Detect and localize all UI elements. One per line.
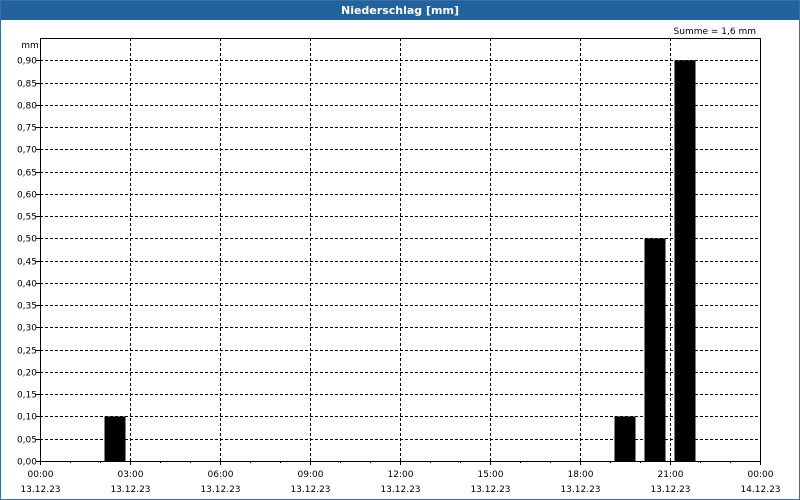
x-tick-date: 13.12.23 — [110, 485, 150, 495]
x-tick-time: 06:00 — [208, 470, 234, 480]
x-tick-date: 14.12.23 — [740, 485, 780, 495]
y-tick-label: 0,30 — [17, 324, 37, 334]
x-tick-time: 09:00 — [298, 470, 324, 480]
x-tick-time: 15:00 — [478, 470, 504, 480]
x-tick-time: 21:00 — [658, 470, 684, 480]
y-tick-label: 0,50 — [17, 235, 37, 245]
x-tick-time: 03:00 — [118, 470, 144, 480]
y-tick-label: 0,05 — [17, 436, 37, 446]
x-tick-time: 12:00 — [388, 470, 414, 480]
x-tick-time: 00:00 — [748, 470, 774, 480]
y-tick-label: 0,75 — [17, 124, 37, 134]
y-tick-label: 0,80 — [17, 102, 37, 112]
y-tick-label: 0,85 — [17, 80, 37, 90]
y-tick-label: 0,25 — [17, 347, 37, 357]
x-tick-date: 13.12.23 — [20, 485, 60, 495]
y-tick-label: 0,65 — [17, 169, 37, 179]
y-tick-label: 0,15 — [17, 391, 37, 401]
x-tick-time: 18:00 — [568, 470, 594, 480]
sum-annotation: Summe = 1,6 mm — [674, 27, 756, 37]
y-tick-label: 0,90 — [17, 57, 37, 67]
x-tick-time: 00:00 — [28, 470, 54, 480]
x-tick-date: 13.12.23 — [560, 485, 600, 495]
x-tick-date: 13.12.23 — [470, 485, 510, 495]
x-tick-date: 13.12.23 — [200, 485, 240, 495]
x-tick-date: 13.12.23 — [290, 485, 330, 495]
x-tick-date: 13.12.23 — [380, 485, 420, 495]
precipitation-bar — [614, 416, 636, 461]
y-tick-label: 0,10 — [17, 413, 37, 423]
y-tick-label: 0,00 — [17, 458, 37, 468]
precipitation-chart: 0,00 0,05 0,10 0,15 0,20 0,25 0,30 0,35 0,40 0,45… — [17, 27, 781, 495]
x-tick-date: 13.12.23 — [650, 485, 690, 495]
x-axis: 00:00 13.12.23 03:00 13.12.23 06:00 13.12.23 0… — [20, 461, 781, 495]
precipitation-bar — [674, 60, 696, 462]
y-tick-label: 0,60 — [17, 191, 37, 201]
precipitation-bar — [104, 416, 126, 461]
y-tick-label: 0,35 — [17, 302, 37, 312]
y-axis: 0,00 0,05 0,10 0,15 0,20 0,25 0,30 0,35 0,40 0,45… — [17, 57, 40, 468]
y-tick-label: 0,45 — [17, 258, 37, 268]
y-tick-label: 0,40 — [17, 280, 37, 290]
y-axis-label: mm — [21, 41, 39, 51]
y-tick-label: 0,55 — [17, 213, 37, 223]
y-tick-label: 0,20 — [17, 369, 37, 379]
precipitation-bar — [644, 238, 666, 461]
y-tick-label: 0,70 — [17, 146, 37, 156]
